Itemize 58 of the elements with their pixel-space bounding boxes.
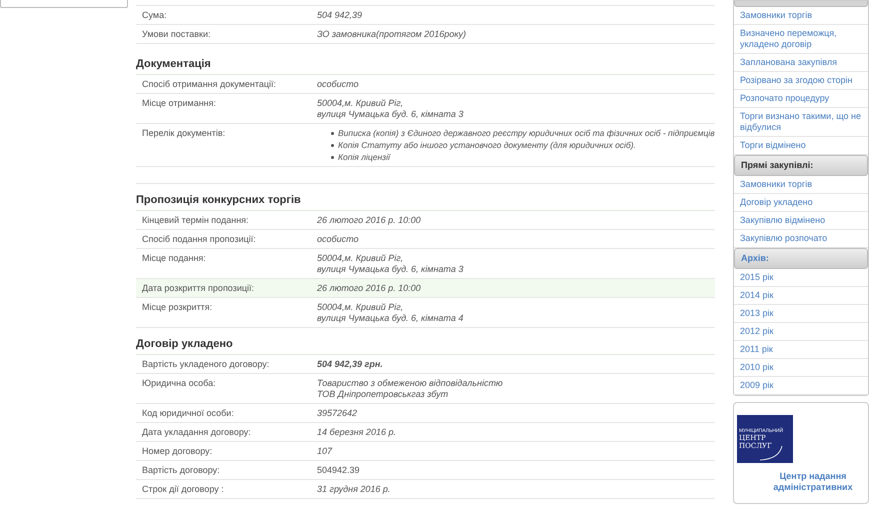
sidebar-header: Прямі закупівлі: (734, 155, 868, 176)
sidebar-link[interactable]: 2009 рік (734, 377, 868, 395)
field-value: ЗО замовника(протягом 2016року) (317, 28, 466, 40)
field-value: 107 (317, 446, 332, 456)
sidebar-link[interactable]: 2010 рік (734, 359, 868, 377)
sidebar-header: Архів: (734, 248, 868, 269)
field-value: 504 942,39 (317, 10, 362, 20)
field-label: Дата укладання договору: (142, 426, 252, 438)
sidebar-link[interactable]: Запланована закупівля (734, 54, 868, 72)
field-label: Вартість договору: (142, 464, 221, 476)
field-label: Строк дії договору : (142, 484, 225, 494)
sidebar-link[interactable]: Торги визнано такими, що не відбулися (734, 108, 868, 137)
sidebar-link[interactable]: Замовники торгів (734, 7, 868, 25)
sidebar-link[interactable]: 2013 рік (734, 305, 868, 323)
bullet-icon (331, 156, 334, 158)
field-label: Перелік документів: (142, 128, 226, 140)
sidebar-link[interactable]: 2011 рік (734, 341, 868, 359)
sidebar-link[interactable]: Закупівлю відмінено (734, 212, 868, 230)
field-label: Місце подання: (142, 252, 207, 265)
sidebar-link[interactable]: 2015 рік (734, 269, 868, 287)
field-value: 26 лютого 2016 р. 10:00 (317, 282, 421, 294)
field-value: 39572642 (317, 408, 358, 418)
sidebar-link[interactable]: Розпочато процедуру (734, 90, 868, 108)
field-value: 50004,м. Кривий Ріг, вулиця Чумацька буд. 6, кімната 3 (317, 252, 464, 274)
field-label: Місце отримання: (142, 98, 218, 110)
document-item: Виписка (копія) з Єдиного державного реєстру юридичних осіб та фізичних осіб - підприємців (338, 128, 715, 138)
field-label: Сума: (142, 10, 168, 20)
field-value: Товариство з обмеженою відповідальністю ТОВ Дніпропетровськгаз збут (317, 378, 503, 400)
sidebar-link[interactable]: 2012 рік (734, 323, 868, 341)
sidebar-link[interactable]: Розірвано за згодою сторін (734, 72, 868, 90)
field-label: Спосіб подання пропозиції: (142, 234, 257, 244)
sidebar-link[interactable]: Визначено переможця, укладено договір (734, 25, 868, 54)
field-label: Код юридичної особи: (142, 408, 235, 418)
field-value: 504 942,39 грн. (317, 358, 383, 370)
sidebar-link[interactable]: Договір укладено (734, 194, 868, 212)
bullet-icon (331, 144, 334, 146)
field-label: Місце розкриття: (142, 302, 214, 314)
field-value: 26 лютого 2016 р. 10:00 (317, 214, 421, 226)
field-value: особисто (317, 78, 358, 90)
field-value: 31 грудня 2016 р. (317, 484, 390, 494)
field-label: Номер договору: (142, 446, 214, 456)
field-label: Умови поставки: (142, 28, 212, 40)
sidebar-link[interactable]: Замовники торгів (734, 176, 868, 194)
field-value: 14 березня 2016 р. (317, 426, 396, 438)
banner-caption[interactable]: Центр надання адміністративних (737, 471, 865, 493)
document-item: Копія Статуту або іншого установчого документу (для юридичних осіб). (338, 140, 636, 150)
field-label: Кінцевий термін подання: (142, 214, 250, 226)
field-label: Вартість укладеного договору: (142, 358, 270, 370)
field-value: 50004,м. Кривий Ріг, вулиця Чумацька буд. 6, кімната 3 (317, 98, 464, 120)
bullet-icon (331, 132, 334, 134)
field-label: Юридична особа: (142, 378, 217, 390)
field-label: Дата розкриття пропозиції: (142, 282, 256, 294)
field-value: 50004,м. Кривий Ріг, вулиця Чумацька буд. 6, кімната 4 (317, 302, 464, 324)
document-item: Копія ліцензії (338, 152, 390, 162)
sidebar-link[interactable]: 2014 рік (734, 287, 868, 305)
field-value: особисто (317, 234, 358, 244)
field-label: Спосіб отримання документації: (142, 78, 278, 90)
field-value: 504942.39 (317, 464, 360, 476)
